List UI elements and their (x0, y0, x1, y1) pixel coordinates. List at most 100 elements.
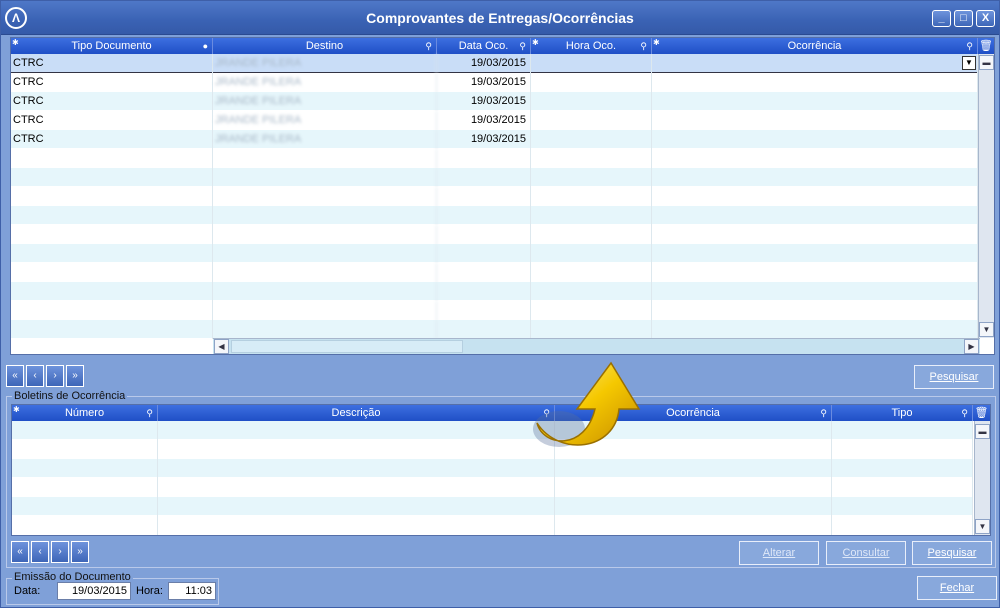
cell-ocorrencia[interactable] (652, 187, 978, 206)
hora-field[interactable]: 11:03 (168, 582, 216, 600)
table-row[interactable] (11, 263, 978, 282)
cell[interactable] (555, 459, 832, 478)
table-row[interactable] (11, 282, 978, 301)
cell-destino[interactable] (213, 263, 437, 282)
cell-destino[interactable] (213, 149, 437, 168)
cell-destino[interactable]: JRANDE PILERA (213, 54, 437, 73)
cell-hora[interactable] (531, 149, 652, 168)
cell-data[interactable] (437, 320, 531, 339)
cell-data[interactable]: 19/03/2015 (437, 73, 531, 92)
search-icon[interactable]: ⚲ (519, 38, 526, 54)
cell-hora[interactable] (531, 187, 652, 206)
scroll-thumb[interactable] (231, 340, 463, 353)
alterar-button[interactable]: Alterar (739, 541, 819, 565)
scroll-up-icon[interactable]: ▬ (979, 55, 994, 70)
cell-tipo[interactable] (11, 244, 213, 263)
col-hora-oco[interactable]: ✱ Hora Oco. ⚲ (531, 38, 652, 54)
delete-column-icon[interactable]: 🗑 (978, 38, 994, 54)
cell-ocorrencia[interactable] (652, 92, 978, 111)
col-data-oco[interactable]: Data Oco. ⚲ (437, 38, 531, 54)
cell-data[interactable] (437, 282, 531, 301)
cell-ocorrencia[interactable] (652, 111, 978, 130)
cell-data[interactable]: 19/03/2015 (437, 92, 531, 111)
col-tipo[interactable]: Tipo ⚲ (832, 405, 973, 421)
cell-hora[interactable] (531, 301, 652, 320)
scroll-up-icon[interactable]: ▬ (975, 424, 990, 439)
cell-destino[interactable]: JRANDE PILERA (213, 92, 437, 111)
cell-tipo[interactable] (11, 282, 213, 301)
cell-tipo[interactable] (11, 320, 213, 339)
search-icon[interactable]: ⚲ (425, 38, 432, 54)
pesquisar-boletins-button[interactable]: Pesquisar (912, 541, 992, 565)
cell-destino[interactable] (213, 206, 437, 225)
scroll-left-icon[interactable]: ◀ (214, 339, 229, 354)
cell-ocorrencia[interactable] (652, 73, 978, 92)
cell-destino[interactable] (213, 225, 437, 244)
first-record-button[interactable]: « (6, 365, 24, 387)
cell-ocorrencia[interactable] (652, 282, 978, 301)
cell[interactable] (12, 459, 158, 478)
col-ocorrencia[interactable]: ✱ Ocorrência ⚲ (652, 38, 978, 54)
delete-column-icon[interactable]: 🗑 (973, 405, 990, 421)
documents-vertical-scrollbar[interactable]: ▬ ▼ (978, 54, 994, 338)
cell-ocorrencia[interactable] (652, 168, 978, 187)
table-row[interactable] (11, 301, 978, 320)
table-row[interactable] (11, 320, 978, 339)
cell[interactable] (158, 516, 555, 535)
cell-ocorrencia[interactable] (652, 149, 978, 168)
table-row[interactable] (11, 206, 978, 225)
cell-ocorrencia[interactable] (652, 320, 978, 339)
cell-tipo[interactable] (11, 206, 213, 225)
table-row[interactable] (12, 440, 973, 459)
cell-data[interactable]: 19/03/2015 (437, 54, 531, 73)
cell-ocorrencia[interactable] (652, 225, 978, 244)
cell-ocorrencia[interactable] (652, 244, 978, 263)
scroll-down-icon[interactable]: ▼ (979, 322, 994, 337)
next-record-button[interactable]: › (46, 365, 64, 387)
table-row[interactable]: CTRC JRANDE PILERA 19/03/2015 (11, 92, 978, 111)
cell[interactable] (158, 459, 555, 478)
cell-tipo[interactable] (11, 187, 213, 206)
cell-destino[interactable] (213, 282, 437, 301)
prev-record-button[interactable]: ‹ (26, 365, 44, 387)
cell-hora[interactable] (531, 73, 652, 92)
cell[interactable] (12, 421, 158, 440)
scroll-down-icon[interactable]: ▼ (975, 519, 990, 534)
cell-data[interactable]: 19/03/2015 (437, 130, 531, 149)
cell-hora[interactable] (531, 282, 652, 301)
boletins-grid[interactable]: ✱ Número ⚲ Descrição ⚲ Ocorrência ⚲ Tipo ⚲ 🗑 … (11, 404, 991, 536)
search-icon[interactable]: ⚲ (961, 405, 968, 421)
cell-tipo[interactable] (11, 263, 213, 282)
next-record-button[interactable]: › (51, 541, 69, 563)
search-icon[interactable]: ⚲ (966, 38, 973, 54)
cell[interactable] (158, 440, 555, 459)
cell-data[interactable] (437, 168, 531, 187)
table-row[interactable] (12, 421, 973, 440)
cell-tipo[interactable] (11, 225, 213, 244)
cell-hora[interactable] (531, 263, 652, 282)
cell-hora[interactable] (531, 320, 652, 339)
table-row[interactable] (11, 187, 978, 206)
cell-hora[interactable] (531, 168, 652, 187)
cell-ocorrencia[interactable] (652, 301, 978, 320)
cell-tipo[interactable] (11, 149, 213, 168)
cell-destino[interactable] (213, 320, 437, 339)
cell-destino[interactable] (213, 301, 437, 320)
search-icon[interactable]: ⚲ (146, 405, 153, 421)
cell-destino[interactable]: JRANDE PILERA (213, 73, 437, 92)
col-descricao[interactable]: Descrição ⚲ (158, 405, 555, 421)
cell-hora[interactable] (531, 244, 652, 263)
cell[interactable] (12, 497, 158, 516)
cell[interactable] (158, 421, 555, 440)
cell[interactable] (832, 421, 973, 440)
pesquisar-top-button[interactable]: Pesquisar (914, 365, 994, 389)
cell[interactable] (832, 440, 973, 459)
table-row[interactable]: CTRC JRANDE PILERA 19/03/2015 (11, 130, 978, 149)
cell-data[interactable] (437, 187, 531, 206)
documents-grid[interactable]: ✱ Tipo Documento ● Destino ⚲ Data Oco. ⚲ ✱ Ho… (10, 37, 995, 355)
col-tipo-documento[interactable]: ✱ Tipo Documento ● (11, 38, 213, 54)
table-row[interactable] (12, 459, 973, 478)
cell-tipo[interactable]: CTRC (11, 92, 213, 111)
cell-data[interactable] (437, 225, 531, 244)
cell-data[interactable] (437, 149, 531, 168)
